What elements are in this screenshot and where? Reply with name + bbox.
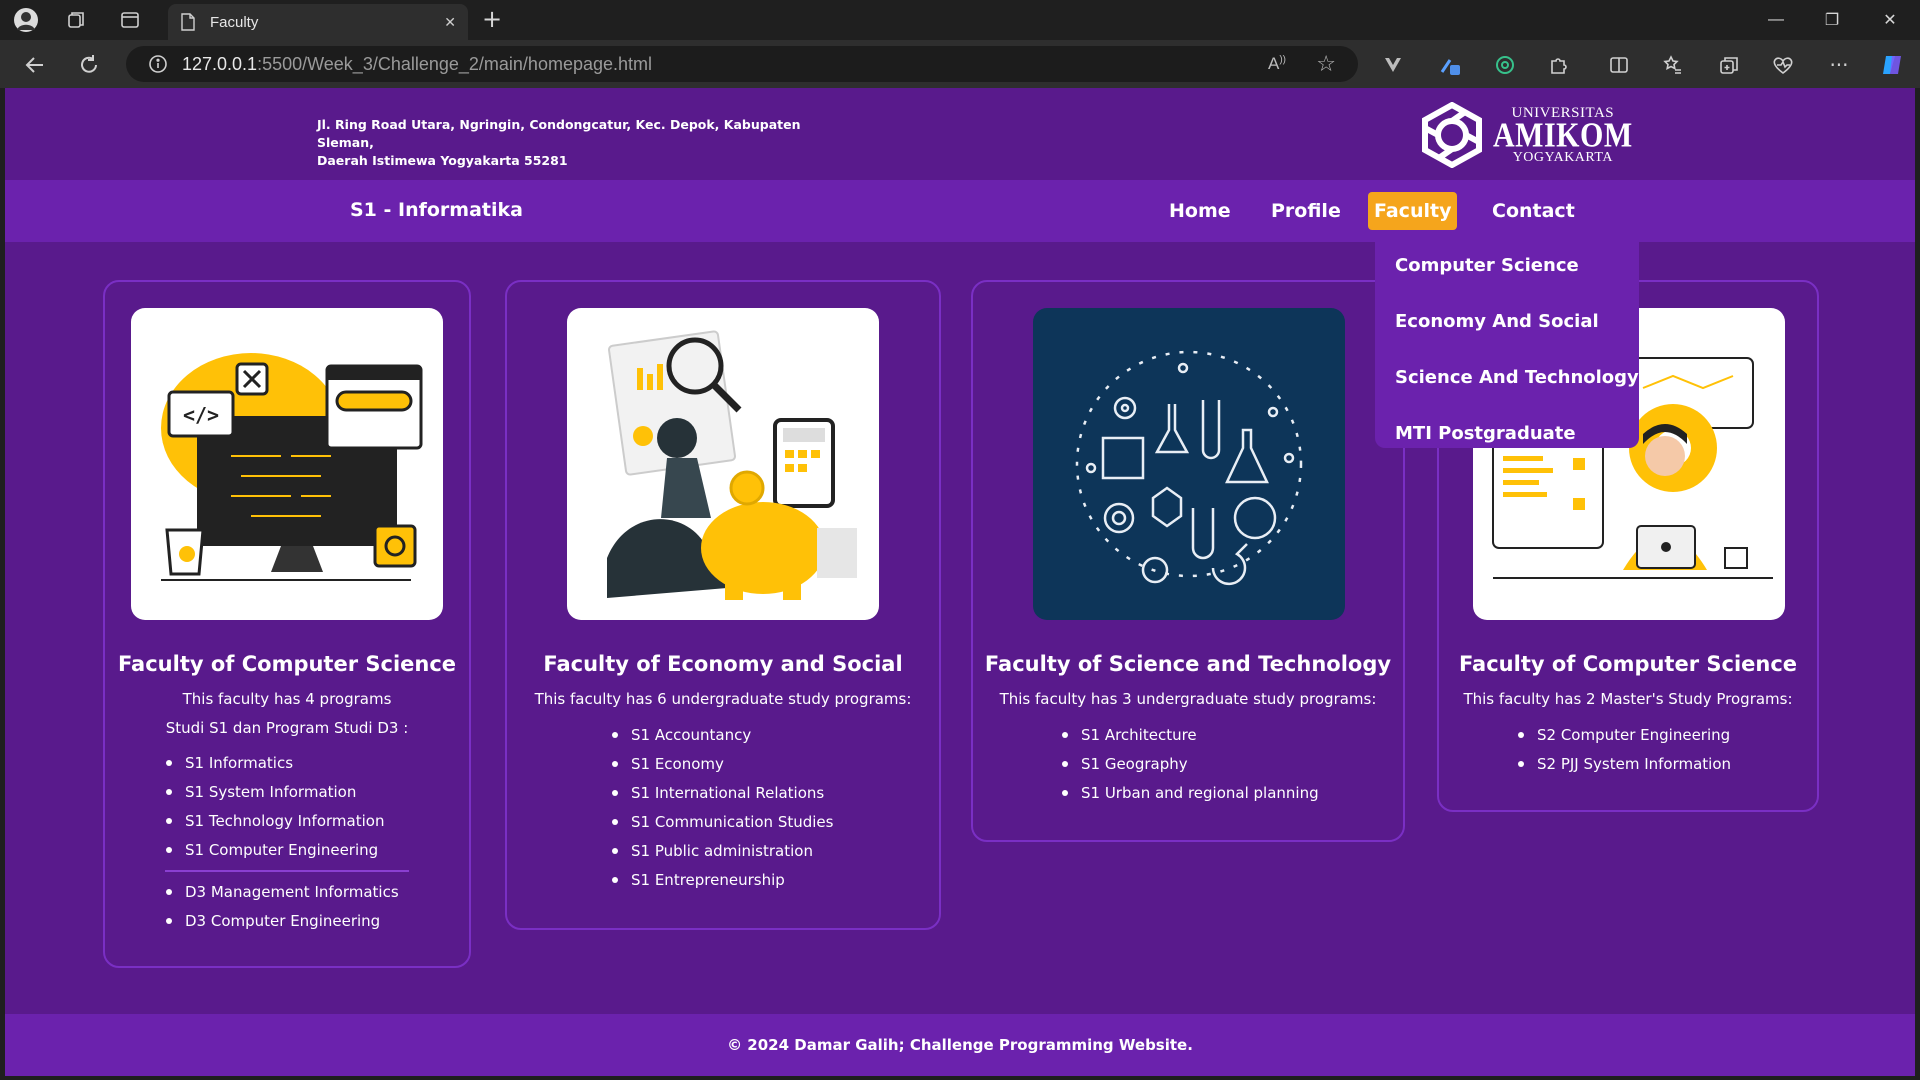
faculty-card-computer-science: </> Faculty of Computer Science This fac… xyxy=(103,280,471,968)
browser-tab-strip: Faculty ✕ + — ❐ ✕ xyxy=(0,0,1920,40)
list-item: D3 Management Informatics xyxy=(163,882,399,911)
science-technology-illustration xyxy=(1033,308,1345,620)
extension-chatgpt-icon[interactable] xyxy=(1490,50,1520,80)
list-item: S1 Economy xyxy=(609,754,833,783)
favorites-icon[interactable] xyxy=(1658,50,1688,80)
list-item: S2 PJJ System Information xyxy=(1515,754,1731,783)
card-description: This faculty has 4 programs xyxy=(182,690,392,708)
collections-icon[interactable] xyxy=(1714,50,1744,80)
copilot-icon[interactable] xyxy=(1878,50,1908,80)
profile-avatar-icon[interactable] xyxy=(12,6,40,34)
settings-more-icon[interactable]: ··· xyxy=(1824,50,1854,80)
web-page: Jl. Ring Road Utara, Ngringin, Condongca… xyxy=(5,88,1915,1076)
list-item: S1 Technology Information xyxy=(163,811,384,840)
program-list: S1 Accountancy S1 Economy S1 Internation… xyxy=(609,725,833,899)
list-item: S1 Communication Studies xyxy=(609,812,833,841)
read-aloud-icon[interactable]: A)) xyxy=(1268,54,1286,74)
extensions-puzzle-icon[interactable] xyxy=(1544,50,1574,80)
browser-toolbar: 127.0.0.1:5500/Week_3/Challenge_2/main/h… xyxy=(0,40,1920,88)
logo-wordmark: UNIVERSITAS AMIKOM YOGYAKARTA xyxy=(1493,104,1633,165)
list-item: S1 Geography xyxy=(1059,754,1319,783)
site-header: Jl. Ring Road Utara, Ngringin, Condongca… xyxy=(5,88,1915,180)
workspaces-icon[interactable] xyxy=(62,6,90,34)
minimize-icon[interactable]: — xyxy=(1748,0,1804,40)
back-icon[interactable] xyxy=(20,50,50,80)
vertical-tabs-icon[interactable] xyxy=(116,6,144,34)
list-item: D3 Computer Engineering xyxy=(163,911,399,940)
university-address: Jl. Ring Road Utara, Ngringin, Condongca… xyxy=(317,117,801,168)
active-tab[interactable]: Faculty ✕ xyxy=(168,4,468,40)
program-list: S2 Computer Engineering S2 PJJ System In… xyxy=(1515,725,1731,783)
faculty-card-science-technology: Faculty of Science and Technology This f… xyxy=(971,280,1405,842)
card-title: Faculty of Computer Science xyxy=(1458,652,1798,676)
list-item: S1 Informatics xyxy=(163,753,384,782)
list-item: S1 Computer Engineering xyxy=(163,840,384,869)
card-title: Faculty of Computer Science xyxy=(117,652,457,676)
list-item: S1 International Relations xyxy=(609,783,833,812)
list-item: S1 Entrepreneurship xyxy=(609,870,833,899)
list-divider xyxy=(165,870,409,872)
card-description: This faculty has 3 undergraduate study p… xyxy=(999,690,1377,708)
dropdown-item-science-technology[interactable]: Science And Technology xyxy=(1375,362,1639,418)
close-window-icon[interactable]: ✕ xyxy=(1862,0,1918,40)
economy-illustration xyxy=(567,308,879,620)
site-info-icon[interactable] xyxy=(148,54,168,74)
nav-contact[interactable]: Contact xyxy=(1486,192,1581,230)
program-list-d3: D3 Management Informatics D3 Computer En… xyxy=(163,882,399,940)
dropdown-item-mti-postgraduate[interactable]: MTI Postgraduate xyxy=(1375,418,1639,474)
list-item: S1 Architecture xyxy=(1059,725,1319,754)
split-screen-icon[interactable] xyxy=(1604,50,1634,80)
new-tab-icon[interactable]: + xyxy=(478,6,506,34)
amikom-emblem-icon xyxy=(1422,102,1482,168)
card-title: Faculty of Science and Technology xyxy=(984,652,1392,676)
tab-close-icon[interactable]: ✕ xyxy=(444,14,456,31)
refresh-icon[interactable] xyxy=(74,50,104,80)
extension-pin-icon[interactable] xyxy=(1436,50,1466,80)
site-brand[interactable]: S1 - Informatika xyxy=(350,199,523,221)
nav-home[interactable]: Home xyxy=(1163,192,1237,230)
nav-faculty[interactable]: Faculty xyxy=(1368,192,1458,230)
program-list: S1 Informatics S1 System Information S1 … xyxy=(163,753,384,869)
browser-essentials-icon[interactable] xyxy=(1768,50,1798,80)
card-description-secondary: Studi S1 dan Program Studi D3 : xyxy=(165,719,409,737)
computer-science-illustration: </> xyxy=(131,308,443,620)
main-navbar: S1 - Informatika Home Profile Faculty Co… xyxy=(5,180,1915,242)
program-list: S1 Architecture S1 Geography S1 Urban an… xyxy=(1059,725,1319,812)
url-text[interactable]: 127.0.0.1:5500/Week_3/Challenge_2/main/h… xyxy=(182,54,652,75)
site-footer: © 2024 Damar Galih; Challenge Programmin… xyxy=(5,1014,1915,1076)
favorite-star-icon[interactable]: ☆ xyxy=(1316,52,1336,77)
address-bar[interactable]: 127.0.0.1:5500/Week_3/Challenge_2/main/h… xyxy=(126,46,1358,82)
tab-title: Faculty xyxy=(210,13,259,31)
restore-icon[interactable]: ❐ xyxy=(1804,0,1860,40)
svg-text:</>: </> xyxy=(183,403,219,427)
page-icon xyxy=(181,13,195,31)
list-item: S1 Public administration xyxy=(609,841,833,870)
list-item: S1 System Information xyxy=(163,782,384,811)
faculty-dropdown-menu: Computer Science Economy And Social Scie… xyxy=(1375,242,1639,448)
dropdown-item-economy-social[interactable]: Economy And Social xyxy=(1375,306,1639,362)
footer-copyright: © 2024 Damar Galih; Challenge Programmin… xyxy=(727,1036,1193,1054)
list-item: S1 Accountancy xyxy=(609,725,833,754)
list-item: S1 Urban and regional planning xyxy=(1059,783,1319,812)
faculty-card-economy-social: Faculty of Economy and Social This facul… xyxy=(505,280,941,930)
nav-profile[interactable]: Profile xyxy=(1265,192,1347,230)
card-description: This faculty has 6 undergraduate study p… xyxy=(534,690,912,708)
amikom-logo[interactable]: UNIVERSITAS AMIKOM YOGYAKARTA xyxy=(1419,100,1633,170)
card-title: Faculty of Economy and Social xyxy=(543,652,903,676)
dropdown-item-computer-science[interactable]: Computer Science xyxy=(1375,250,1639,306)
card-description: This faculty has 2 Master's Study Progra… xyxy=(1463,690,1793,708)
extension-v-icon[interactable] xyxy=(1378,50,1408,80)
list-item: S2 Computer Engineering xyxy=(1515,725,1731,754)
